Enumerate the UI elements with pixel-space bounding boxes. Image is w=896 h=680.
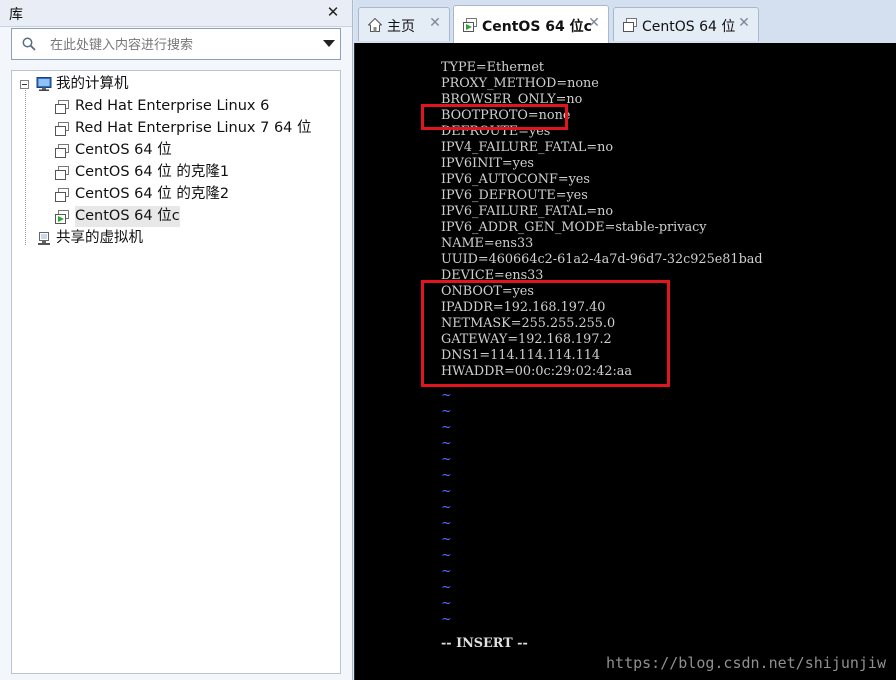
tilde-line: ~ [441, 452, 452, 467]
config-line: IPV6_ADDR_GEN_MODE=stable-privacy [441, 220, 707, 235]
config-line: IPV6_FAILURE_FATAL=no [441, 204, 614, 219]
tree-item-label: Red Hat Enterprise Linux 6 [75, 98, 270, 114]
vm-icon [55, 188, 69, 202]
close-icon[interactable]: ✕ [324, 3, 342, 21]
tilde-line: ~ [441, 420, 452, 435]
tab-bar: 主页 ✕ CentOS 64 位c ✕ CentOS 64 位 ✕ [354, 0, 896, 43]
config-line: BROWSER_ONLY=no [441, 92, 583, 107]
tree-item-vm[interactable]: Red Hat Enterprise Linux 6 [12, 96, 312, 117]
watermark-text: https://blog.csdn.net/shijunjiw [606, 654, 886, 672]
search-icon [22, 37, 36, 51]
tilde-line: ~ [441, 404, 452, 419]
tree-item-label: CentOS 64 位c [75, 206, 180, 227]
tree-root-label: 我的计算机 [56, 76, 129, 92]
config-line: PROXY_METHOD=none [441, 76, 599, 91]
vim-mode-indicator: -- INSERT -- [441, 636, 528, 651]
tab-label: CentOS 64 位 [642, 19, 736, 35]
vm-icon [55, 166, 69, 180]
close-icon[interactable]: ✕ [427, 15, 443, 31]
vm-running-icon [55, 210, 69, 224]
config-line: IPV6_DEFROUTE=yes [441, 188, 588, 203]
tilde-line: ~ [441, 484, 452, 499]
config-line: TYPE=Ethernet [441, 60, 545, 75]
search-dropdown-icon[interactable] [323, 40, 335, 47]
config-line: IPADDR=192.168.197.40 [441, 300, 606, 315]
config-line: ONBOOT=yes [441, 284, 534, 299]
config-line: IPV6INIT=yes [441, 156, 534, 171]
tab-home[interactable]: 主页 ✕ [358, 7, 450, 41]
config-line: IPV6_AUTOCONF=yes [441, 172, 590, 187]
tilde-line: ~ [441, 564, 452, 579]
config-line: HWADDR=00:0c:29:02:42:aa [441, 364, 633, 379]
tree-item-label: 共享的虚拟机 [56, 230, 143, 246]
tilde-line: ~ [441, 468, 452, 483]
vm-icon [55, 100, 69, 114]
vm-tree: 我的计算机 Red Hat Enterprise Linux 6 Red Hat… [11, 70, 341, 674]
tilde-line: ~ [441, 612, 452, 627]
config-line: DEVICE=ens33 [441, 268, 544, 283]
tilde-line: ~ [441, 548, 452, 563]
tree-item-shared-vms[interactable]: 共享的虚拟机 [12, 228, 212, 249]
tab-centos-64[interactable]: CentOS 64 位 ✕ [613, 7, 759, 41]
tree-item-vm[interactable]: CentOS 64 位 的克隆2 [12, 184, 312, 205]
tilde-line: ~ [441, 436, 452, 451]
config-line: NAME=ens33 [441, 236, 534, 251]
config-line: DNS1=114.114.114.114 [441, 348, 600, 363]
config-line: DEFROUTE=yes [441, 124, 551, 139]
collapse-icon[interactable] [20, 80, 29, 89]
tree-root-my-computer[interactable]: 我的计算机 [12, 74, 212, 95]
tree-item-vm-selected[interactable]: CentOS 64 位c [12, 206, 312, 227]
tilde-line: ~ [441, 532, 452, 547]
config-line: GATEWAY=192.168.197.2 [441, 332, 612, 347]
tab-label: CentOS 64 位c [482, 19, 592, 35]
tilde-line: ~ [441, 516, 452, 531]
vm-running-icon [463, 18, 477, 32]
tree-item-label: Red Hat Enterprise Linux 7 64 位 [75, 120, 312, 136]
close-icon[interactable]: ✕ [586, 15, 602, 31]
tab-label: 主页 [387, 19, 415, 35]
config-line: NETMASK=255.255.255.0 [441, 316, 616, 331]
search-input[interactable] [48, 33, 314, 57]
tree-item-label: CentOS 64 位 的克隆2 [75, 186, 230, 202]
config-line: IPV4_FAILURE_FATAL=no [441, 140, 614, 155]
config-line: UUID=460664c2-61a2-4a7d-96d7-32c925e81ba… [441, 252, 763, 267]
vm-console[interactable]: TYPE=Ethernet PROXY_METHOD=none BROWSER_… [354, 43, 896, 680]
tab-centos-64-c[interactable]: CentOS 64 位c ✕ [453, 5, 609, 43]
library-title: 库 [9, 7, 23, 23]
computer-icon [36, 77, 52, 91]
tilde-line: ~ [441, 580, 452, 595]
library-header: 库 ✕ [0, 0, 352, 27]
config-line: BOOTPROTO=none [441, 108, 571, 123]
tree-item-vm[interactable]: CentOS 64 位 [12, 140, 312, 161]
tree-item-vm[interactable]: Red Hat Enterprise Linux 7 64 位 [12, 118, 322, 139]
close-icon[interactable]: ✕ [736, 15, 752, 31]
tree-item-label: CentOS 64 位 的克隆1 [75, 164, 230, 180]
vm-icon [623, 18, 637, 32]
tilde-line: ~ [441, 388, 452, 403]
tree-item-vm[interactable]: CentOS 64 位 的克隆1 [12, 162, 312, 183]
vm-icon [55, 122, 69, 136]
library-panel: 库 ✕ 我的计算机 Red H [0, 0, 353, 680]
tilde-line: ~ [441, 596, 452, 611]
tilde-line: ~ [441, 500, 452, 515]
tree-item-label: CentOS 64 位 [75, 142, 172, 158]
vm-icon [55, 144, 69, 158]
home-icon [368, 18, 382, 32]
library-search-box[interactable] [11, 28, 341, 60]
shared-vms-icon [38, 232, 50, 245]
